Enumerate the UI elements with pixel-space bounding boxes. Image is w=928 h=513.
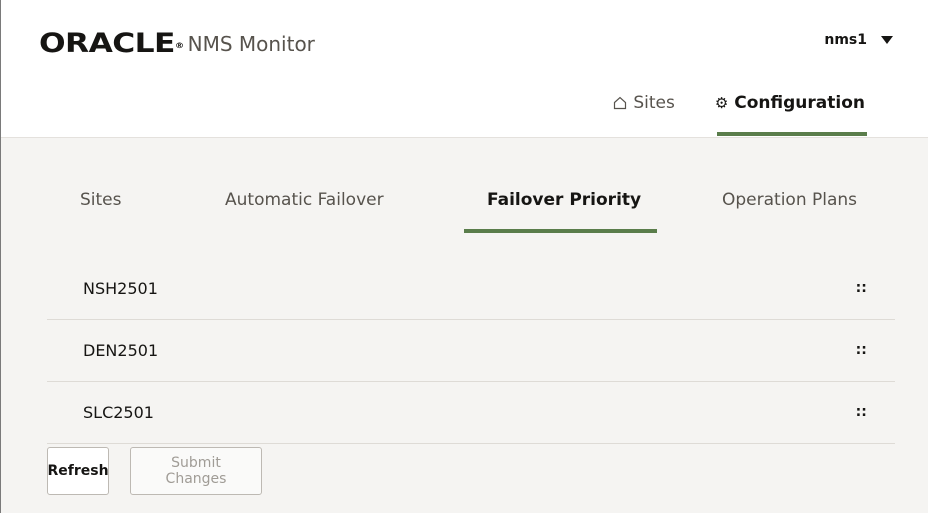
tab-operation-plans[interactable]: Operation Plans [722,190,857,210]
site-name: DEN2501 [83,341,159,360]
tab-automatic-failover[interactable]: Automatic Failover [225,190,384,210]
tab-sites[interactable]: Sites [80,190,122,210]
drag-handle-icon[interactable]: ∷ [856,344,866,358]
caret-down-icon [881,36,893,44]
list-item[interactable]: NSH2501 ∷ [47,258,895,320]
user-name: nms1 [824,32,867,48]
app-header: ORACLE® NMS Monitor nms1 Sites ⚙ Configu… [1,0,928,138]
app-title: NMS Monitor [187,32,315,56]
list-item[interactable]: SLC2501 ∷ [47,382,895,444]
site-name: SLC2501 [83,403,154,422]
failover-priority-list: NSH2501 ∷ DEN2501 ∷ SLC2501 ∷ [47,258,895,444]
site-name: NSH2501 [83,279,158,298]
gear-icon: ⚙ [714,93,729,112]
top-nav: Sites ⚙ Configuration [613,88,868,136]
action-buttons: Refresh Submit Changes [47,447,262,495]
main-content: Sites Automatic Failover Failover Priori… [1,138,928,513]
brand: ORACLE® NMS Monitor [39,27,315,59]
oracle-logo: ORACLE® [39,28,184,59]
tab-failover-priority[interactable]: Failover Priority [487,190,641,210]
nav-sites[interactable]: Sites [613,88,675,118]
list-item[interactable]: DEN2501 ∷ [47,320,895,382]
nav-sites-label: Sites [633,93,675,113]
nav-configuration[interactable]: ⚙ Configuration [714,88,868,136]
drag-handle-icon[interactable]: ∷ [856,406,866,420]
config-tabs: Sites Automatic Failover Failover Priori… [1,138,928,238]
submit-changes-button[interactable]: Submit Changes [130,447,262,495]
home-icon [614,96,627,110]
nav-configuration-label: Configuration [734,93,865,113]
drag-handle-icon[interactable]: ∷ [856,282,866,296]
active-tab-indicator [464,229,657,233]
refresh-button[interactable]: Refresh [47,447,109,495]
user-menu[interactable]: nms1 [824,32,893,48]
